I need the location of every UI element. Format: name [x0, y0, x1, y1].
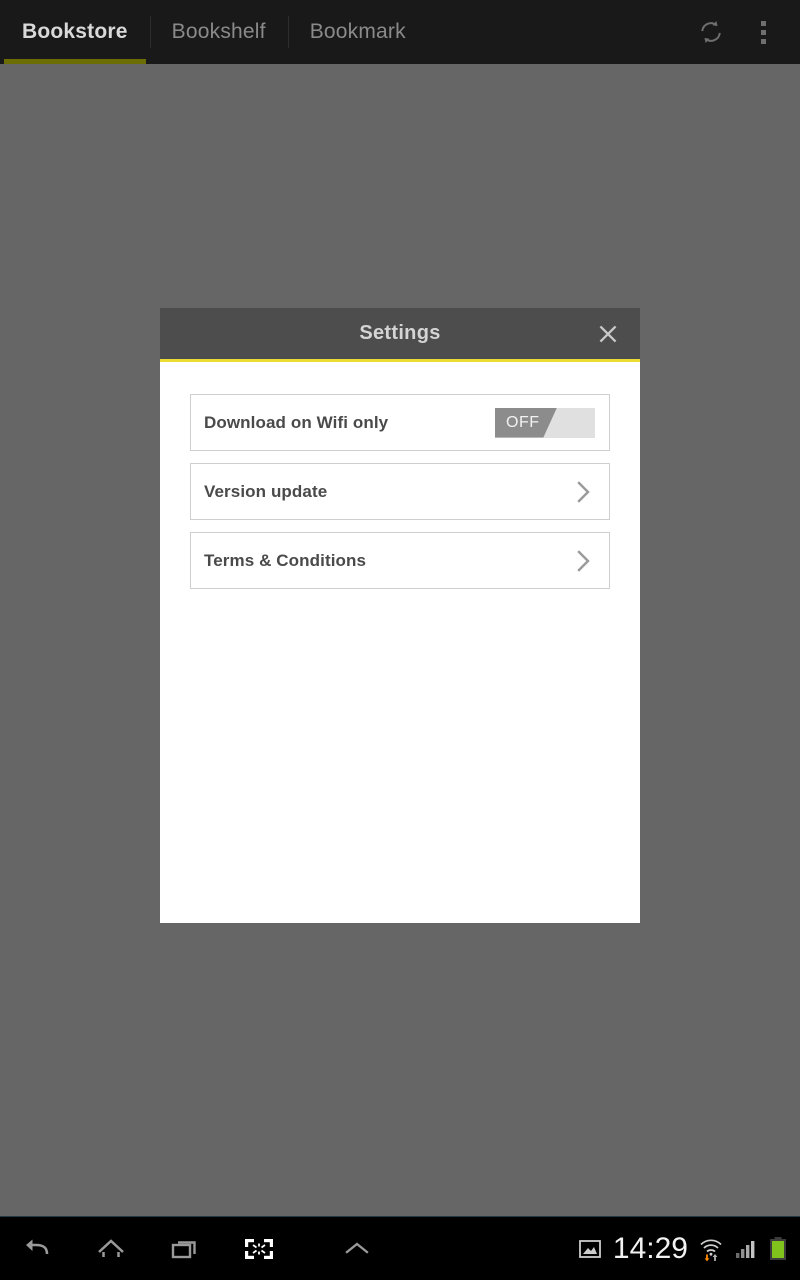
more-vertical-icon [760, 20, 766, 44]
tab-bookstore[interactable]: Bookstore [0, 0, 150, 64]
toggle-knob: OFF [495, 407, 557, 438]
back-button[interactable] [0, 1217, 74, 1280]
dialog-close-button[interactable] [586, 312, 630, 356]
tab-bookmark-label: Bookmark [309, 20, 406, 43]
battery-full-icon [770, 1236, 786, 1260]
setting-label-download-wifi: Download on Wifi only [204, 412, 389, 432]
setting-control-terms-conditions [573, 546, 595, 576]
cellular-signal-icon [736, 1240, 755, 1258]
refresh-button[interactable] [688, 9, 734, 55]
setting-control-download-wifi: OFF [495, 407, 595, 438]
setting-control-version-update [573, 477, 595, 507]
app-bar: Bookstore Bookshelf Bookmark [0, 0, 800, 64]
wifi-status-icon [698, 1236, 724, 1262]
wifi-download-arrow [704, 1254, 710, 1261]
signal-status-icon [734, 1237, 758, 1261]
tab-bookstore-label: Bookstore [22, 20, 128, 43]
tab-bookmark[interactable]: Bookmark [287, 0, 428, 64]
toggle-state-label: OFF [506, 413, 540, 431]
status-bar: 14:29 [577, 1232, 800, 1266]
battery-status-icon [768, 1236, 788, 1262]
recent-apps-icon [171, 1240, 196, 1258]
dialog-header: Settings [160, 308, 640, 362]
wifi-upload-arrow [712, 1253, 718, 1261]
overflow-menu-button[interactable] [740, 9, 786, 55]
screenshot-capture-icon [245, 1238, 273, 1259]
nav-buttons [0, 1217, 394, 1280]
dialog-body: Download on Wifi only OFF Version update [160, 362, 640, 923]
chevron-right-icon [577, 549, 590, 572]
settings-dialog: Settings Download on Wifi only OFF Versi… [160, 308, 640, 923]
back-arrow-icon [26, 1239, 49, 1254]
home-icon [98, 1238, 124, 1257]
recents-button[interactable] [148, 1217, 222, 1280]
setting-row-terms-conditions[interactable]: Terms & Conditions [190, 532, 610, 589]
setting-label-terms-conditions: Terms & Conditions [204, 550, 367, 570]
expand-button[interactable] [320, 1217, 394, 1280]
chevron-right-icon [577, 480, 590, 503]
home-button[interactable] [74, 1217, 148, 1280]
close-icon [599, 325, 617, 342]
setting-label-version-update: Version update [204, 481, 328, 501]
app-bar-actions [688, 9, 800, 55]
wifi-transfer-icon [700, 1238, 722, 1261]
screen-root: Bookstore Bookshelf Bookmark Settings Do… [0, 0, 800, 1280]
refresh-icon [701, 21, 721, 43]
setting-row-download-wifi[interactable]: Download on Wifi only OFF [190, 394, 610, 451]
screenshot-button[interactable] [222, 1217, 296, 1280]
setting-row-version-update[interactable]: Version update [190, 463, 610, 520]
chevron-up-icon [345, 1242, 369, 1254]
system-navigation-bar: 14:29 [0, 1216, 800, 1280]
tab-bar: Bookstore Bookshelf Bookmark [0, 0, 428, 64]
image-icon [579, 1239, 601, 1258]
gallery-status-icon [577, 1237, 603, 1261]
status-clock: 14:29 [612, 1231, 688, 1265]
wifi-only-toggle[interactable]: OFF [495, 407, 595, 438]
dialog-title: Settings [359, 322, 441, 344]
tab-bookshelf[interactable]: Bookshelf [149, 0, 288, 64]
tab-bookshelf-label: Bookshelf [171, 20, 266, 43]
